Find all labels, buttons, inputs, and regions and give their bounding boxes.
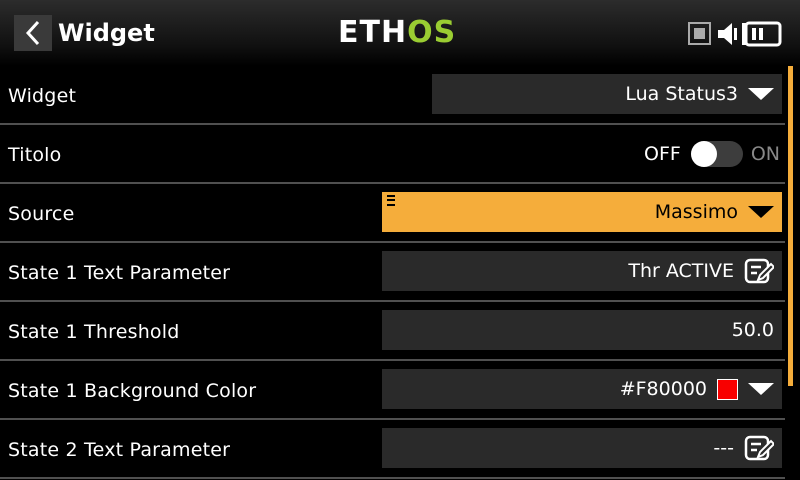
state2-text-field[interactable]: --- [382, 428, 782, 468]
row-state1-text: State 1 Text Parameter Thr ACTIVE [0, 243, 785, 302]
edit-icon[interactable] [744, 435, 774, 461]
state1-threshold-value: 50.0 [731, 319, 774, 341]
settings-list: Widget Lua Status3 Titolo OFF ON Source … [0, 66, 785, 479]
state1-threshold-field[interactable]: 50.0 [382, 310, 782, 350]
ethos-logo: ETHOS [338, 16, 456, 50]
state2-text-label: State 2 Text Parameter [8, 439, 231, 461]
state1-text-value: Thr ACTIVE [628, 260, 734, 282]
dropdown-arrow-icon [748, 383, 774, 395]
titolo-label: Titolo [8, 144, 62, 166]
state1-text-label: State 1 Text Parameter [8, 262, 231, 284]
toggle-off-label: OFF [644, 142, 681, 165]
source-dropdown[interactable]: Massimo [382, 192, 782, 232]
widget-value: Lua Status3 [625, 83, 738, 105]
state1-bgcolor-value: #F80000 [619, 378, 707, 400]
state1-bgcolor-label: State 1 Background Color [8, 380, 257, 402]
color-swatch [717, 378, 738, 400]
row-state2-text: State 2 Text Parameter --- [0, 420, 785, 479]
toggle-on-label: ON [750, 142, 780, 165]
edit-icon[interactable] [744, 258, 774, 284]
source-label: Source [8, 203, 75, 225]
state1-threshold-label: State 1 Threshold [8, 321, 180, 343]
menu-icon [387, 195, 395, 206]
toggle-knob[interactable] [690, 140, 717, 167]
speaker-icon [718, 23, 737, 45]
rf-status-icon [688, 22, 711, 45]
state1-text-field[interactable]: Thr ACTIVE [382, 251, 782, 291]
back-icon [25, 20, 40, 46]
titolo-toggle[interactable]: OFF ON [644, 125, 780, 182]
source-value: Massimo [654, 201, 738, 223]
toggle-track[interactable] [690, 140, 743, 167]
dropdown-arrow-icon [748, 88, 774, 100]
state2-text-value: --- [713, 437, 734, 459]
battery-icon [742, 21, 782, 47]
logo-text-part2: OS [407, 15, 457, 50]
row-state1-bgcolor: State 1 Background Color #F80000 [0, 361, 785, 420]
row-source: Source Massimo [0, 184, 785, 243]
widget-dropdown[interactable]: Lua Status3 [432, 74, 782, 114]
dropdown-arrow-icon [748, 206, 774, 218]
page-title: Widget [58, 19, 155, 47]
widget-label: Widget [8, 85, 77, 107]
logo-text-part1: ETH [338, 15, 408, 50]
scrollbar-thumb[interactable] [788, 66, 793, 386]
status-icons [688, 21, 782, 47]
title-bar: Widget ETHOS [0, 0, 800, 66]
back-button[interactable] [14, 15, 52, 51]
row-titolo: Titolo OFF ON [0, 125, 785, 184]
scrollbar[interactable] [788, 66, 793, 480]
state1-bgcolor-picker[interactable]: #F80000 [382, 369, 782, 409]
row-state1-threshold: State 1 Threshold 50.0 [0, 302, 785, 361]
row-widget: Widget Lua Status3 [0, 66, 785, 125]
